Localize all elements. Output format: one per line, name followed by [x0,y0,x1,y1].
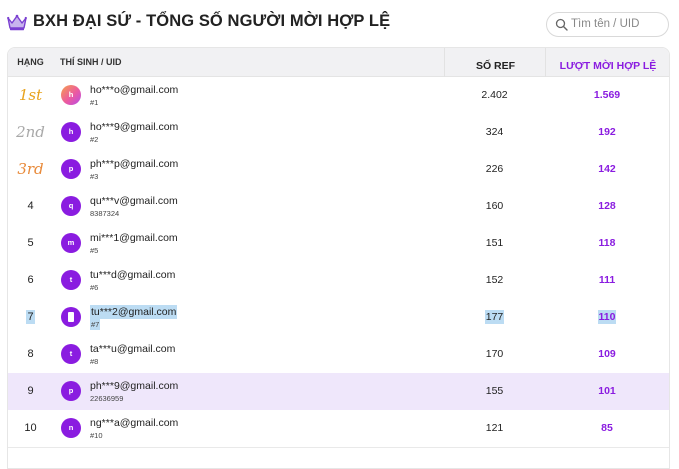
user-uid: #7 [90,319,101,330]
valid-invite-count: 192 [598,126,616,138]
avatar: n [61,418,81,438]
valid-invite-count: 111 [598,274,616,286]
column-header-user: THÍ SINH / UID [60,57,122,67]
avatar: h [61,122,81,142]
avatar: q [61,196,81,216]
table-row[interactable]: 4 q qu***v@gmail.com 8387324 160 128 [8,188,669,226]
user-email: ph***9@gmail.com [90,380,179,392]
table-row[interactable]: 6 t tu***d@gmail.com #6 152 111 [8,262,669,300]
search-icon [555,18,568,31]
valid-invite-count: 110 [597,310,617,324]
table-row[interactable]: 1st h ho***o@gmail.com #1 2.402 1.569 [8,77,669,115]
rank-cell: 4 [27,200,34,212]
table-header: HẠNG THÍ SINH / UID SỐ REF LƯỢT MỜI HỢP … [8,48,669,85]
valid-invite-count: 109 [598,348,616,360]
valid-invite-count: 101 [598,385,616,397]
user-uid: #8 [90,357,99,366]
avatar-placeholder-icon [68,312,74,322]
user-uid: #2 [90,135,99,144]
rank-cell: 5 [27,237,34,249]
avatar [61,307,81,327]
user-email: qu***v@gmail.com [90,195,178,207]
table-row-highlighted[interactable]: 9 p ph***9@gmail.com 22636959 155 101 [8,373,669,411]
crown-icon [7,14,27,31]
ref-count: 170 [485,348,504,360]
table-row[interactable]: 8 t ta***u@gmail.com #8 170 109 [8,336,669,374]
search-input[interactable] [571,15,663,33]
valid-invite-count: 118 [598,237,616,249]
table-row[interactable]: 7 tu***2@gmail.com #7 177 110 [8,299,669,337]
ref-count: 151 [485,237,504,249]
valid-invite-count-cell: 110 [545,299,669,336]
avatar: t [61,270,81,290]
rank-cell: 2nd [16,123,45,141]
user-uid: #6 [90,283,99,292]
user-email: ho***o@gmail.com [90,84,179,96]
table-row[interactable]: 3rd p ph***p@gmail.com #3 226 142 [8,151,669,189]
avatar: h [61,85,81,105]
user-uid: #10 [90,431,103,440]
rank-cell: 8 [27,348,34,360]
user-uid: #1 [90,98,99,107]
rank-cell: 3rd [17,160,44,178]
column-header-rank: HẠNG [17,57,44,67]
valid-invite-count: 85 [601,422,613,434]
user-email: tu***2@gmail.com [90,305,178,319]
rank-cell: 9 [27,385,34,397]
valid-invite-count: 142 [598,163,616,175]
leaderboard-table: HẠNG THÍ SINH / UID SỐ REF LƯỢT MỜI HỢP … [7,47,670,469]
ref-count: 155 [485,385,504,397]
avatar: t [61,344,81,364]
table-row[interactable]: 10 n ng***a@gmail.com #10 121 85 [8,410,669,448]
ref-count: 226 [485,163,504,175]
search-box[interactable] [546,12,669,37]
page-header: BXH ĐẠI SỨ - TỔNG SỐ NGƯỜI MỜI HỢP LỆ [0,0,679,47]
user-email: ho***9@gmail.com [90,121,179,133]
ref-count: 177 [484,310,505,324]
user-email-cell: tu***2@gmail.com [90,305,178,319]
avatar: p [61,381,81,401]
ref-count-cell: 177 [444,299,545,336]
user-email: tu***d@gmail.com [90,269,176,281]
ref-count: 2.402 [481,89,508,101]
user-uid: #3 [90,172,99,181]
page-title: BXH ĐẠI SỨ - TỔNG SỐ NGƯỜI MỜI HỢP LỆ [33,12,391,30]
ref-count: 152 [485,274,504,286]
user-uid: 22636959 [90,394,124,403]
valid-invite-count: 128 [598,200,616,212]
user-email: ta***u@gmail.com [90,343,176,355]
user-uid: #5 [90,246,99,255]
avatar: p [61,159,81,179]
rank-value: 7 [26,310,35,324]
user-email: mi***1@gmail.com [90,232,178,244]
rank-cell: 1st [18,86,43,104]
user-email: ph***p@gmail.com [90,158,179,170]
ref-count: 324 [485,126,504,138]
user-uid: 8387324 [90,209,120,218]
table-row[interactable]: 2nd h ho***9@gmail.com #2 324 192 [8,114,669,152]
rank-cell: 6 [27,274,34,286]
valid-invite-count: 1.569 [593,89,621,101]
avatar: m [61,233,81,253]
user-uid-cell: #7 [90,319,101,330]
ref-count: 121 [485,422,504,434]
ref-count: 160 [485,200,504,212]
table-row[interactable]: 5 m mi***1@gmail.com #5 151 118 [8,225,669,263]
rank-cell: 10 [24,422,37,434]
user-email: ng***a@gmail.com [90,417,179,429]
rank-cell: 7 [8,299,53,336]
